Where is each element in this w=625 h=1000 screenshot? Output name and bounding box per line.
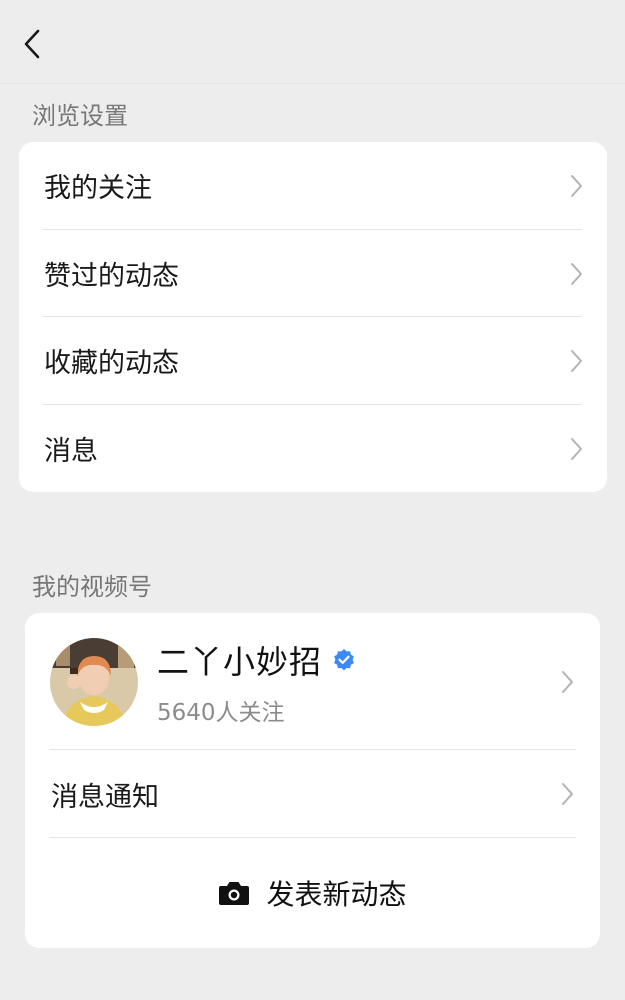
menu-item-saved-posts[interactable]: 收藏的动态 bbox=[19, 317, 607, 405]
channel-profile-row[interactable]: 二丫小妙招 5640人关注 bbox=[25, 613, 600, 750]
verified-badge-icon bbox=[334, 648, 354, 670]
post-new-moment-label: 发表新动态 bbox=[266, 878, 407, 911]
menu-item-label: 我的关注 bbox=[44, 173, 152, 205]
post-new-moment-button[interactable]: 发表新动态 bbox=[25, 838, 600, 948]
my-channel-card: 二丫小妙招 5640人关注 消息通知 发表新动态 bbox=[25, 613, 600, 948]
chevron-right-icon bbox=[560, 781, 574, 807]
post-new-moment-content: 发表新动态 bbox=[218, 873, 407, 913]
camera-icon bbox=[219, 882, 250, 905]
menu-item-label: 赞过的动态 bbox=[44, 260, 179, 292]
browse-settings-title: 浏览设置 bbox=[32, 102, 128, 130]
chevron-right-icon bbox=[569, 348, 583, 374]
menu-item-messages[interactable]: 消息 bbox=[19, 405, 607, 493]
profile-info: 二丫小妙招 5640人关注 bbox=[157, 637, 356, 727]
chevron-right-icon bbox=[560, 669, 574, 695]
profile-name-line: 二丫小妙招 bbox=[157, 637, 356, 683]
back-button[interactable] bbox=[14, 26, 50, 62]
message-notification-row[interactable]: 消息通知 bbox=[25, 750, 600, 838]
browse-settings-card: 我的关注 赞过的动态 收藏的动态 消息 bbox=[19, 142, 607, 492]
my-channel-title: 我的视频号 bbox=[32, 573, 152, 601]
menu-item-liked-posts[interactable]: 赞过的动态 bbox=[19, 230, 607, 317]
menu-item-label: 收藏的动态 bbox=[44, 348, 179, 380]
menu-item-my-follows[interactable]: 我的关注 bbox=[19, 142, 607, 230]
chevron-right-icon bbox=[569, 261, 583, 287]
chevron-left-icon bbox=[24, 29, 40, 59]
chevron-right-icon bbox=[569, 173, 583, 199]
top-bar bbox=[0, 0, 625, 84]
avatar bbox=[50, 637, 138, 726]
profile-name: 二丫小妙招 bbox=[157, 642, 323, 681]
menu-item-label: 消息 bbox=[44, 435, 98, 467]
chevron-right-icon bbox=[569, 436, 583, 462]
follower-count: 5640人关注 bbox=[157, 699, 285, 726]
message-notification-label: 消息通知 bbox=[51, 781, 159, 813]
